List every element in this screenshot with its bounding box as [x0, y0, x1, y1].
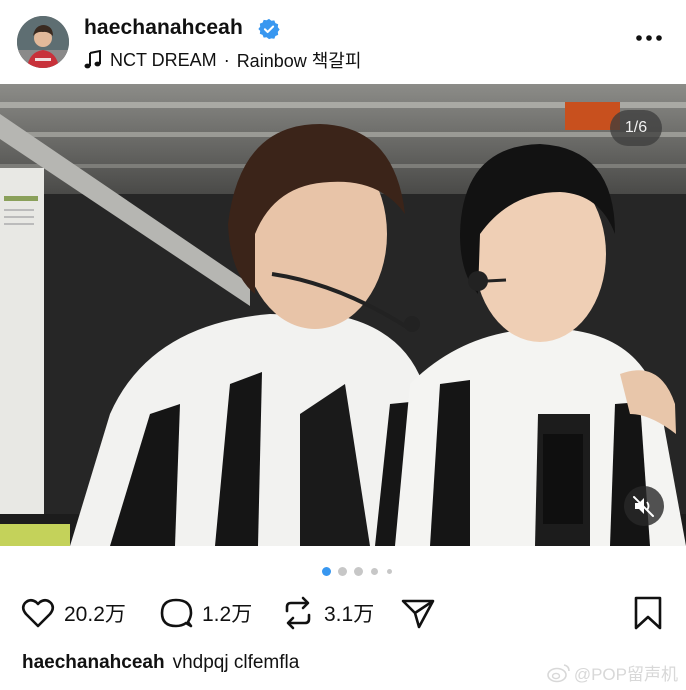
caption-username[interactable]: haechanahceah [22, 652, 165, 673]
repost-button[interactable]: 3.1万 [280, 590, 374, 636]
watermark: @POP留声机 [547, 660, 678, 685]
avatar[interactable] [17, 16, 69, 68]
carousel-counter: 1/6 [610, 110, 662, 146]
weibo-icon [547, 663, 570, 682]
music-artist: NCT DREAM [110, 49, 217, 70]
caption-text: vhdpqj clfemfla [172, 652, 300, 673]
music-separator: · [223, 49, 230, 70]
bookmark-button[interactable] [630, 590, 666, 636]
share-icon [401, 599, 435, 629]
share-button[interactable] [400, 590, 436, 636]
music-note-icon [84, 50, 101, 69]
comment-icon [160, 598, 193, 628]
post-photo[interactable]: 1/6 [0, 84, 686, 546]
heart-icon [21, 598, 55, 628]
mute-icon [633, 496, 654, 517]
watermark-text: @POP留声机 [573, 665, 678, 684]
post-image [0, 84, 686, 546]
mute-button[interactable] [624, 486, 664, 526]
more-options-icon[interactable] [636, 34, 662, 42]
post-caption: haechanahceah vhdpqj clfemfla [22, 652, 299, 674]
comment-button[interactable]: 1.2万 [158, 590, 252, 636]
repost-count: 3.1万 [324, 603, 375, 626]
carousel-dot [387, 569, 392, 574]
carousel-dot [338, 567, 347, 576]
carousel-dot [371, 568, 378, 575]
like-button[interactable]: 20.2万 [20, 590, 126, 636]
bookmark-icon [634, 596, 662, 630]
music-attribution[interactable]: NCT DREAM · Rainbow 책갈피 [84, 47, 361, 73]
avatar-image [17, 16, 69, 68]
music-song: Rainbow 책갈피 [236, 51, 362, 71]
action-bar: 20.2万 1.2万 3.1万 [0, 590, 686, 636]
like-count: 20.2万 [64, 603, 126, 626]
post-username[interactable]: haechanahceah [84, 16, 243, 40]
verified-badge-icon [258, 18, 280, 40]
repost-icon [285, 596, 311, 630]
carousel-dot [354, 567, 363, 576]
carousel-indicator [0, 566, 686, 576]
comment-count: 1.2万 [202, 603, 253, 626]
post-header: haechanahceah NCT DREAM · Rainbow 책갈피 [0, 0, 686, 84]
carousel-dot-active [322, 567, 331, 576]
